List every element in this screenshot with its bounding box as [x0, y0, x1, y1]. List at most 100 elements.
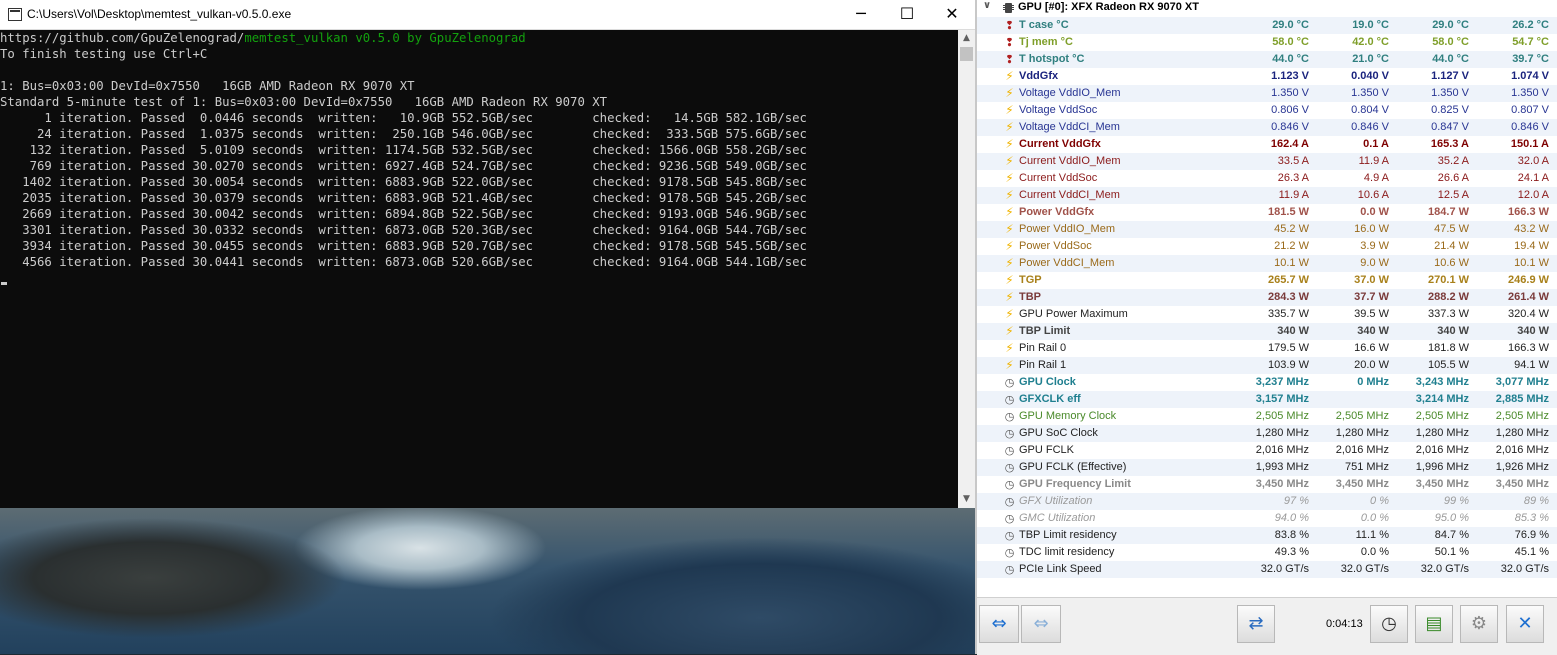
sensor-label: Voltage VddIO_Mem [1019, 87, 1121, 99]
sensor-row[interactable]: ⚡ Pin Rail 1 103.9 W 20.0 W 105.5 W 94.1 W [977, 357, 1557, 374]
console-window[interactable]: C:\Users\Vol\Desktop\memtest_vulkan-v0.5… [0, 0, 975, 508]
sensor-value: 4.9 A [1363, 172, 1389, 184]
sensor-row[interactable]: ⚡ TBP Limit 340 W 340 W 340 W 340 W [977, 323, 1557, 340]
console-scrollbar[interactable]: ▲ ▼ [958, 30, 975, 508]
sensor-value: 340 W [1277, 325, 1309, 337]
sensor-value: 0.1 A [1363, 138, 1389, 150]
sensor-value: 39.5 W [1354, 308, 1389, 320]
sensor-label: GPU FCLK (Effective) [1019, 461, 1127, 473]
sensor-value: 21.4 W [1434, 240, 1469, 252]
console-title: C:\Users\Vol\Desktop\memtest_vulkan-v0.5… [27, 7, 292, 21]
console-line: 1 iteration. Passed 0.0446 seconds writt… [44, 111, 807, 125]
sensor-value: 19.4 W [1514, 240, 1549, 252]
sensor-label: TBP Limit residency [1019, 529, 1117, 541]
sensor-label: Current VddGfx [1019, 138, 1101, 150]
sensor-row[interactable]: ◷ GPU Clock 3,237 MHz 0 MHz 3,243 MHz 3,077 M… [977, 374, 1557, 391]
collapse-columns-icon[interactable]: ⇔ [1021, 605, 1061, 643]
sensor-row[interactable]: ◷ GPU FCLK 2,016 MHz 2,016 MHz 2,016 MHz 2,01… [977, 442, 1557, 459]
sensor-label: TBP [1019, 291, 1041, 303]
sensor-value: 0 % [1370, 495, 1389, 507]
sensor-value: 1.127 V [1431, 70, 1469, 82]
close-sensors-icon[interactable]: ✕ [1506, 605, 1544, 643]
sensor-value: 3,243 MHz [1415, 376, 1469, 388]
sensor-value: 33.5 A [1277, 155, 1309, 167]
sensor-row[interactable]: ◷ GPU Frequency Limit 3,450 MHz 3,450 MHz 3,… [977, 476, 1557, 493]
thermometer-icon: ❢ [1004, 36, 1015, 49]
sensor-row[interactable]: ❢ T case °C 29.0 °C 19.0 °C 29.0 °C 26.2 °C [977, 17, 1557, 34]
sensor-label: Power VddCI_Mem [1019, 257, 1115, 269]
sensor-label: T hotspot °C [1019, 53, 1085, 65]
maximize-button[interactable]: ☐ [884, 0, 930, 29]
sensor-row[interactable]: ⚡ Voltage VddIO_Mem 1.350 V 1.350 V 1.350 V 1… [977, 85, 1557, 102]
sensor-row[interactable]: ◷ GPU Memory Clock 2,505 MHz 2,505 MHz 2,505… [977, 408, 1557, 425]
console-line: To finish testing use Ctrl+C [0, 47, 208, 61]
sensor-group-header[interactable]: ∨ GPU [#0]: XFX Radeon RX 9070 XT [977, 0, 1557, 17]
sensor-value: 29.0 °C [1432, 19, 1469, 31]
collapse-chevron-icon[interactable]: ∨ [983, 0, 991, 11]
sensor-row[interactable]: ◷ GFX Utilization 97 % 0 % 99 % 89 % [977, 493, 1557, 510]
sensor-row[interactable]: ◷ PCIe Link Speed 32.0 GT/s 32.0 GT/s 32.0 G… [977, 561, 1557, 578]
sensor-row[interactable]: ⚡ Current VddIO_Mem 33.5 A 11.9 A 35.2 A 32.0… [977, 153, 1557, 170]
sensor-row[interactable]: ⚡ TGP 265.7 W 37.0 W 270.1 W 246.9 W [977, 272, 1557, 289]
sensor-value: 95.0 % [1434, 512, 1469, 524]
minimize-button[interactable]: ─ [838, 0, 884, 29]
close-button[interactable]: ✕ [929, 0, 975, 29]
sensor-row[interactable]: ⚡ Current VddGfx 162.4 A 0.1 A 165.3 A 150.1 … [977, 136, 1557, 153]
sensor-value: 340 W [1357, 325, 1389, 337]
sensor-row[interactable]: ◷ GFXCLK eff 3,157 MHz 3,214 MHz 2,885 MHz [977, 391, 1557, 408]
sensor-row[interactable]: ⚡ Power VddSoc 21.2 W 3.9 W 21.4 W 19.4 W [977, 238, 1557, 255]
sensor-value: 165.3 A [1430, 138, 1469, 150]
clock-reset-icon[interactable]: ◷ [1370, 605, 1408, 643]
bolt-icon: ⚡ [1005, 307, 1014, 321]
clock-icon: ◷ [1004, 376, 1015, 389]
sensor-label: PCIe Link Speed [1019, 563, 1102, 575]
settings-gear-icon[interactable]: ⚙ [1460, 605, 1498, 643]
sensor-value: 150.1 A [1510, 138, 1549, 150]
console-output[interactable]: https://github.com/GpuZelenograd/memtest… [0, 30, 958, 508]
sensor-row[interactable]: ⚡ Current VddSoc 26.3 A 4.9 A 26.6 A 24.1 A [977, 170, 1557, 187]
expand-columns-icon[interactable]: ⇔ [979, 605, 1019, 643]
scroll-down-icon[interactable]: ▼ [958, 491, 975, 508]
sensor-value: 42.0 °C [1352, 36, 1389, 48]
sensor-label: Tj mem °C [1019, 36, 1073, 48]
console-titlebar[interactable]: C:\Users\Vol\Desktop\memtest_vulkan-v0.5… [0, 0, 975, 30]
sensor-label: TDC limit residency [1019, 546, 1115, 558]
sensor-row[interactable]: ⚡ Power VddGfx 181.5 W 0.0 W 184.7 W 166.3 W [977, 204, 1557, 221]
sensor-value: 246.9 W [1508, 274, 1549, 286]
sensor-row[interactable]: ❢ Tj mem °C 58.0 °C 42.0 °C 58.0 °C 54.7 °C [977, 34, 1557, 51]
thermometer-icon: ❢ [1004, 19, 1015, 32]
sensor-value: 265.7 W [1268, 274, 1309, 286]
scroll-up-icon[interactable]: ▲ [958, 30, 975, 47]
sensor-row[interactable]: ⚡ Current VddCI_Mem 11.9 A 10.6 A 12.5 A 12.0… [977, 187, 1557, 204]
sensor-row[interactable]: ⚡ VddGfx 1.123 V 0.040 V 1.127 V 1.074 V [977, 68, 1557, 85]
sensor-row[interactable]: ⚡ GPU Power Maximum 335.7 W 39.5 W 337.3 W 32… [977, 306, 1557, 323]
sensor-value: 2,505 MHz [1335, 410, 1389, 422]
sensor-row[interactable]: ⚡ Voltage VddSoc 0.806 V 0.804 V 0.825 V 0.80… [977, 102, 1557, 119]
sensor-label: Pin Rail 0 [1019, 342, 1067, 354]
sensor-value: 44.0 °C [1432, 53, 1469, 65]
network-icon[interactable]: ⇄ [1237, 605, 1275, 643]
sensor-row[interactable]: ⚡ Power VddIO_Mem 45.2 W 16.0 W 47.5 W 43.2 W [977, 221, 1557, 238]
sensor-row[interactable]: ⚡ TBP 284.3 W 37.7 W 288.2 W 261.4 W [977, 289, 1557, 306]
sensor-label: Current VddCI_Mem [1019, 189, 1120, 201]
sensor-row[interactable]: ◷ GPU FCLK (Effective) 1,993 MHz 751 MHz 1,9… [977, 459, 1557, 476]
sensor-row[interactable]: ⚡ Pin Rail 0 179.5 W 16.6 W 181.8 W 166.3 W [977, 340, 1557, 357]
sensor-value: 12.5 A [1437, 189, 1469, 201]
sensor-row[interactable]: ◷ GMC Utilization 94.0 % 0.0 % 95.0 % 85.3 % [977, 510, 1557, 527]
scroll-thumb[interactable] [960, 47, 973, 61]
sensor-value: 0.804 V [1351, 104, 1389, 116]
sensor-value: 21.0 °C [1352, 53, 1389, 65]
console-line: Standard 5-minute test of 1: Bus=0x03:00… [0, 95, 608, 109]
sensor-row[interactable]: ❢ T hotspot °C 44.0 °C 21.0 °C 44.0 °C 39.7 °… [977, 51, 1557, 68]
sensor-row[interactable]: ⚡ Voltage VddCI_Mem 0.846 V 0.846 V 0.847 V 0… [977, 119, 1557, 136]
hwinfo-toolbar: ⇔ ⇔ ⇄ 0:04:13 ◷ ▤ ⚙ ✕ [977, 597, 1557, 655]
console-text: https://github.com/GpuZelenograd/memtest… [0, 30, 807, 270]
sensor-table[interactable]: ∨ GPU [#0]: XFX Radeon RX 9070 XT ❢ T cas… [977, 0, 1557, 597]
sensor-row[interactable]: ⚡ Power VddCI_Mem 10.1 W 9.0 W 10.6 W 10.1 W [977, 255, 1557, 272]
log-file-icon[interactable]: ▤ [1415, 605, 1453, 643]
sensor-row[interactable]: ◷ TDC limit residency 49.3 % 0.0 % 50.1 % 45.… [977, 544, 1557, 561]
sensor-row[interactable]: ◷ TBP Limit residency 83.8 % 11.1 % 84.7 % 76… [977, 527, 1557, 544]
bolt-icon: ⚡ [1005, 171, 1014, 185]
sensor-value: 20.0 W [1354, 359, 1389, 371]
sensor-row[interactable]: ◷ GPU SoC Clock 1,280 MHz 1,280 MHz 1,280 MH… [977, 425, 1557, 442]
